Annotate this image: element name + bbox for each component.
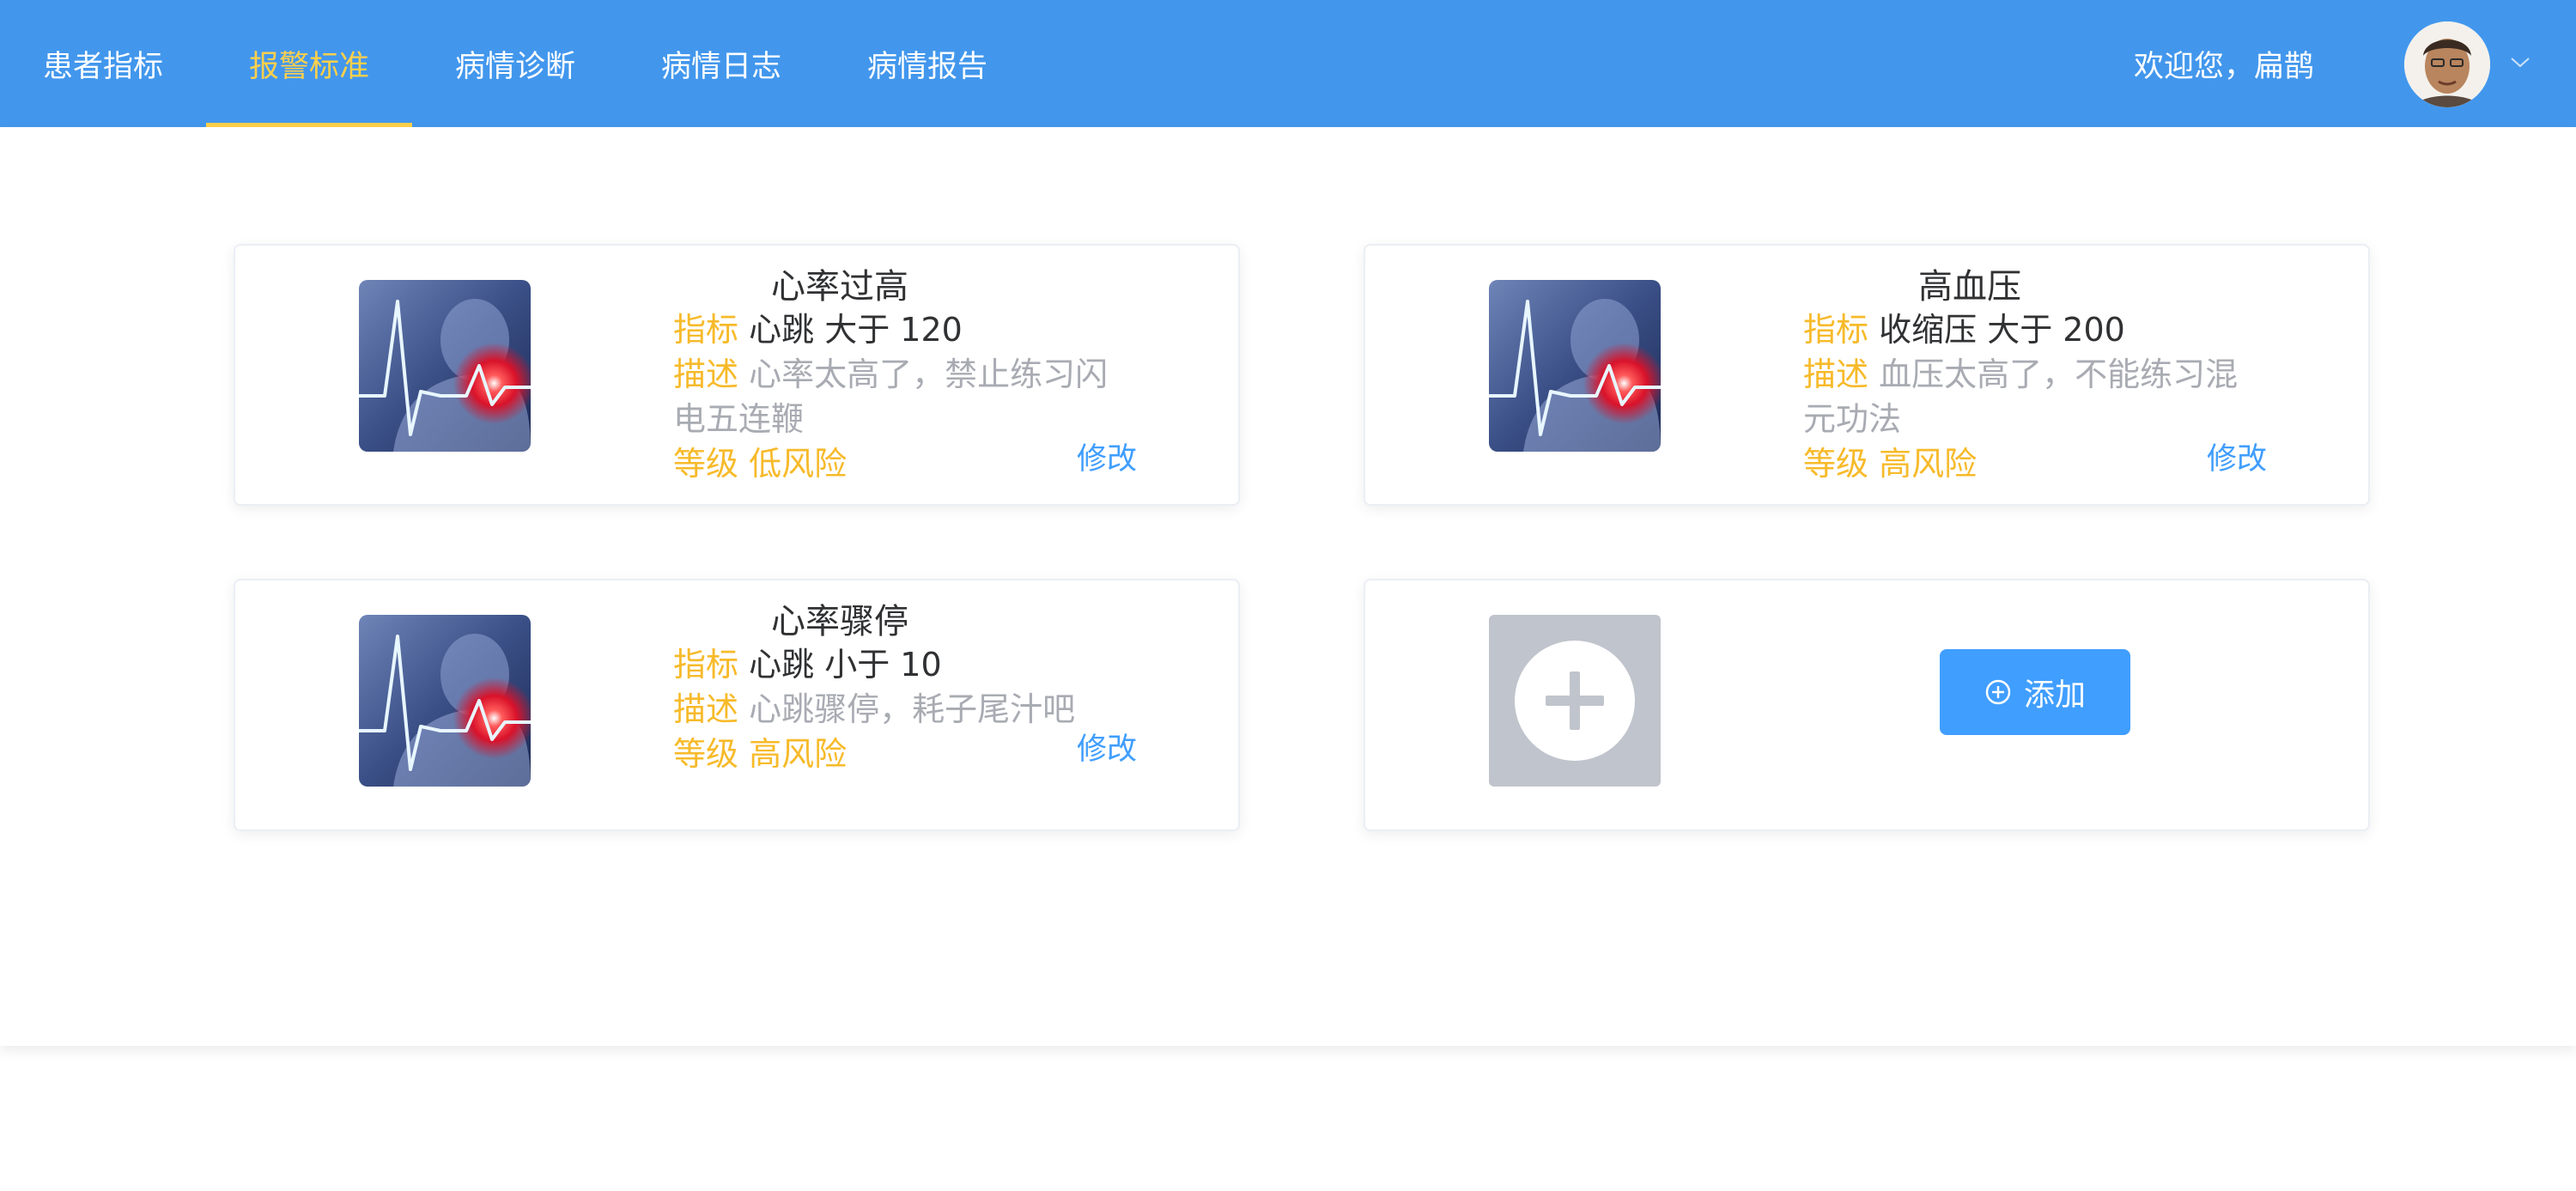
card-title: 心率过高 [771, 267, 908, 307]
heart-pulse-image [359, 615, 531, 787]
indicator-label: 指标 [673, 646, 739, 684]
chevron-down-icon[interactable] [2507, 50, 2533, 76]
indicator-row: 指标 心跳 小于 10 [673, 642, 1154, 687]
level-label: 等级 [673, 735, 739, 773]
edit-link[interactable]: 修改 [1077, 434, 1137, 478]
level-value: 低风险 [749, 445, 848, 483]
plus-circle-icon [1985, 679, 2011, 705]
level-value: 高风险 [1879, 445, 1978, 483]
description-label: 描述 [673, 355, 739, 393]
plus-icon [1515, 641, 1635, 761]
main-content: 心率过高 指标 心跳 大于 120 描述 心率太高了，禁止练习闪 电五连鞭 等级… [0, 127, 2576, 1046]
indicator-value: 收缩压 大于 200 [1879, 311, 2125, 349]
edit-link[interactable]: 修改 [2207, 434, 2267, 478]
avatar[interactable] [2404, 21, 2490, 107]
level-label: 等级 [1803, 445, 1869, 483]
description-text: 血压太高了，不能练习混 [1879, 355, 2239, 393]
nav-diagnosis[interactable]: 病情诊断 [412, 0, 618, 127]
indicator-value: 心跳 大于 120 [749, 311, 963, 349]
add-alarm-card: 添加 [1364, 579, 2370, 831]
add-button[interactable]: 添加 [1940, 649, 2130, 735]
level-label: 等级 [673, 445, 739, 483]
description-row: 描述 心率太高了，禁止练习闪 [673, 352, 1154, 397]
indicator-row: 指标 心跳 大于 120 [673, 307, 1154, 352]
nav-condition-log[interactable]: 病情日志 [618, 0, 824, 127]
description-label: 描述 [673, 690, 739, 728]
nav-patient-metrics[interactable]: 患者指标 [0, 0, 206, 127]
edit-link[interactable]: 修改 [1077, 725, 1137, 769]
description-label: 描述 [1803, 355, 1869, 393]
nav-alarm-standards[interactable]: 报警标准 [206, 0, 412, 127]
level-value: 高风险 [749, 735, 848, 773]
heart-pulse-image [1489, 280, 1661, 452]
alarm-card: 心率骤停 指标 心跳 小于 10 描述 心跳骤停，耗子尾汁吧 等级 高风险 修改 [234, 579, 1240, 831]
description-text: 电五连鞭 [673, 400, 805, 438]
add-button-label: 添加 [2023, 678, 2086, 713]
card-title: 心率骤停 [771, 602, 908, 641]
description-text: 心跳骤停，耗子尾汁吧 [749, 690, 1076, 728]
description-row: 描述 血压太高了，不能练习混 [1803, 352, 2284, 397]
indicator-label: 指标 [1803, 311, 1869, 349]
welcome-text: 欢迎您，扁鹊 [2133, 49, 2314, 84]
heart-pulse-image [359, 280, 531, 452]
alarm-card: 高血压 指标 收缩压 大于 200 描述 血压太高了，不能练习混 元功法 等级 … [1364, 244, 2370, 506]
description-text: 心率太高了，禁止练习闪 [749, 355, 1109, 393]
indicator-value: 心跳 小于 10 [749, 646, 942, 684]
indicator-label: 指标 [673, 311, 739, 349]
add-image-placeholder[interactable] [1489, 615, 1661, 787]
description-text: 元功法 [1803, 400, 1902, 438]
card-title: 高血压 [1918, 267, 2021, 307]
nav-condition-report[interactable]: 病情报告 [824, 0, 1030, 127]
alarm-card: 心率过高 指标 心跳 大于 120 描述 心率太高了，禁止练习闪 电五连鞭 等级… [234, 244, 1240, 506]
top-navbar: 患者指标 报警标准 病情诊断 病情日志 病情报告 欢迎您，扁鹊 [0, 0, 2576, 127]
indicator-row: 指标 收缩压 大于 200 [1803, 307, 2284, 352]
